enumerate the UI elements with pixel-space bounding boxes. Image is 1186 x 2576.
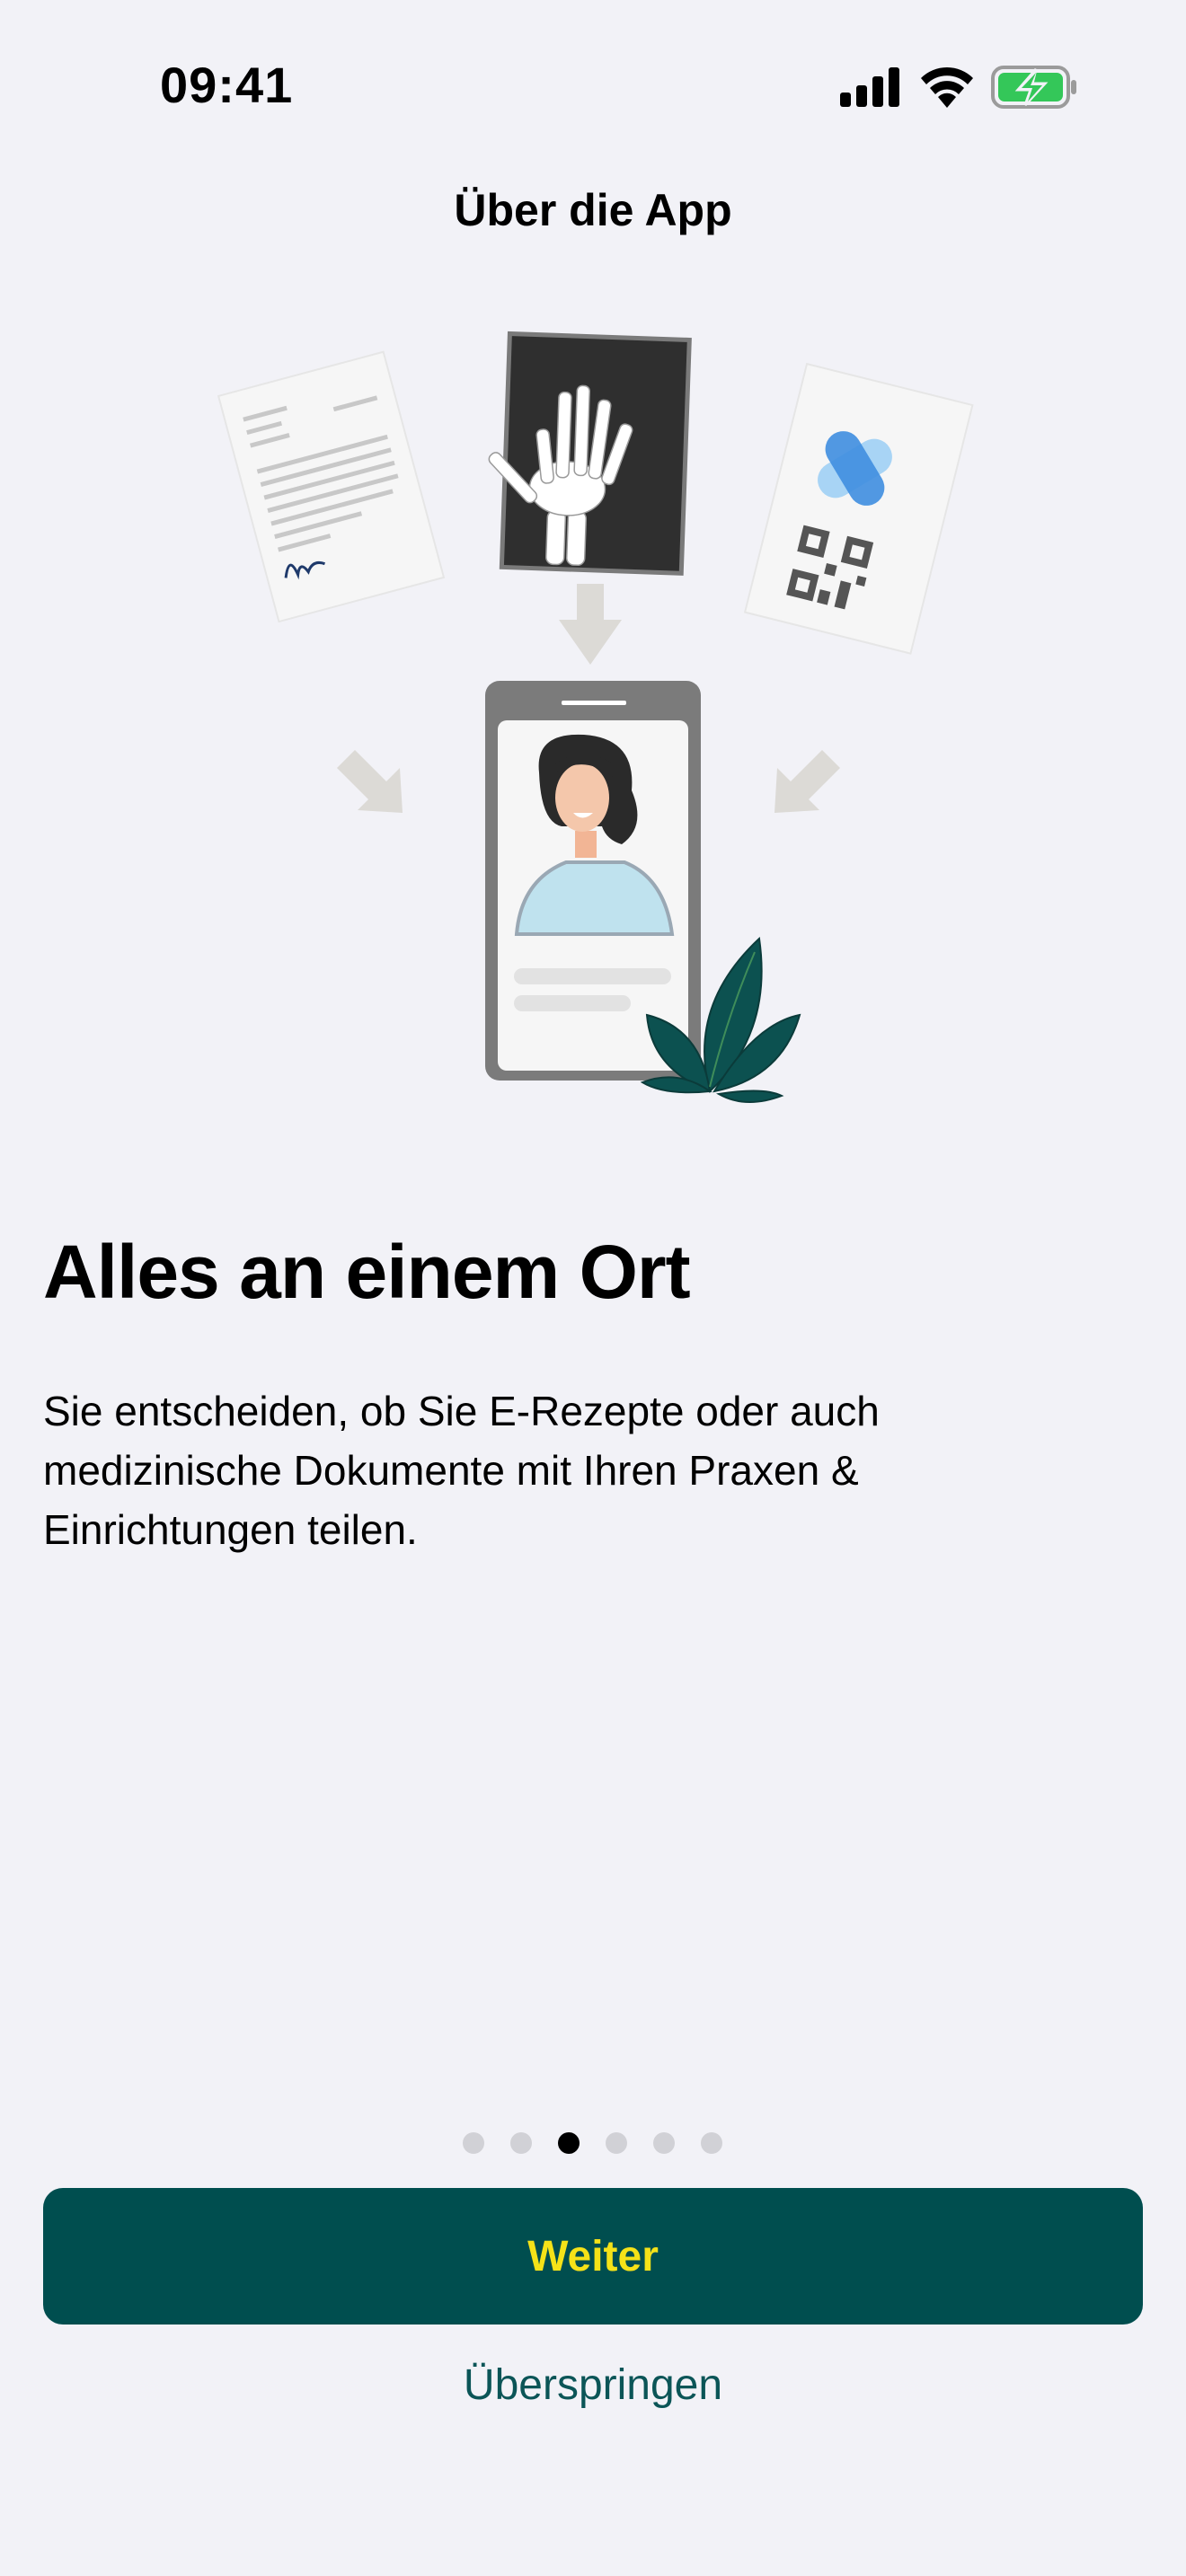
page-indicator[interactable] [0, 2132, 1186, 2154]
status-bar: 09:41 [0, 0, 1186, 171]
battery-charging-icon [991, 66, 1076, 109]
wifi-icon [921, 66, 973, 108]
page-dot-2[interactable] [510, 2132, 532, 2154]
page-dot-5[interactable] [653, 2132, 675, 2154]
status-time: 09:41 [160, 57, 294, 113]
page-dot-1[interactable] [463, 2132, 484, 2154]
page-dot-4[interactable] [606, 2132, 627, 2154]
page-dot-6[interactable] [701, 2132, 722, 2154]
prescription-qr-document [743, 362, 974, 655]
page-dot-3-active[interactable] [558, 2132, 580, 2154]
documents-to-phone-illustration [217, 331, 974, 1104]
weiter-button[interactable]: Weiter [43, 2188, 1143, 2325]
body-text: Sie entscheiden, ob Sie E-Rezepte oder a… [43, 1388, 880, 1553]
signal-icon [840, 67, 899, 107]
nav-title: Über die App [454, 185, 732, 235]
letter-document [217, 350, 446, 623]
skip-link[interactable]: Überspringen [0, 2360, 1186, 2410]
headline: Alles an einem Ort [43, 1230, 691, 1314]
xray-hand [488, 331, 692, 576]
phone-profile [485, 681, 701, 1081]
